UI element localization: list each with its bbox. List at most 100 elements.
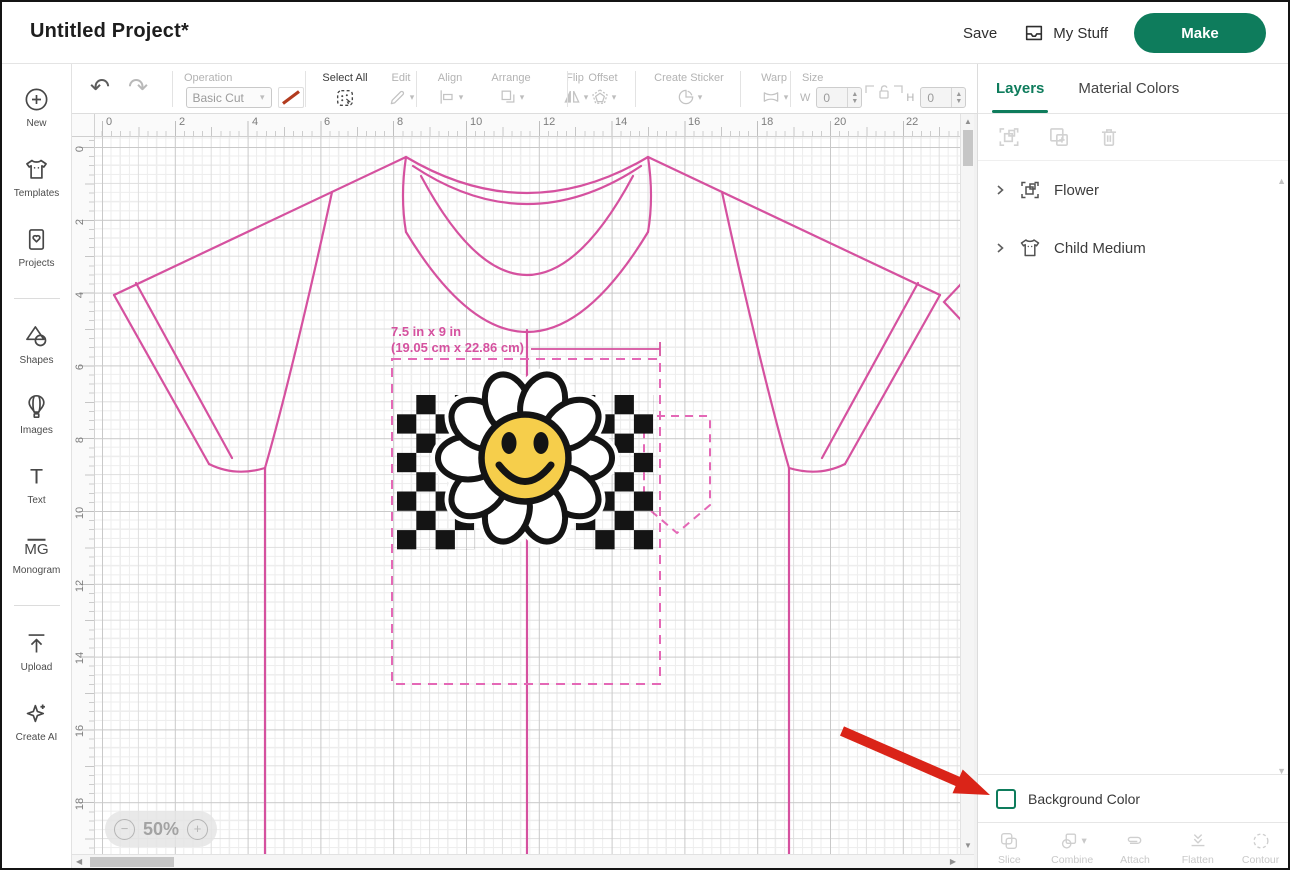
width-label: W <box>800 92 810 104</box>
chevron-down-icon: ▾ <box>612 92 617 103</box>
vertical-ruler: 02 46 810 1214 1618 <box>72 137 95 854</box>
offset-button[interactable]: Offset ▾ <box>575 72 631 107</box>
operation-dropdown[interactable]: Basic Cut▾ <box>186 87 272 108</box>
project-card-icon <box>23 226 50 253</box>
pencil-icon <box>388 87 408 107</box>
arrange-icon <box>498 87 518 107</box>
arrange-button[interactable]: Arrange ▾ <box>480 72 542 107</box>
sidebar-divider <box>14 298 60 299</box>
background-color-checkbox[interactable] <box>996 789 1016 809</box>
duplicate-icon[interactable] <box>1046 124 1072 150</box>
undo-button[interactable]: ↶ <box>90 76 110 100</box>
top-bar: Untitled Project* Save My Stuff Make <box>2 2 1288 64</box>
slice-button[interactable]: Slice <box>978 823 1041 870</box>
sidebar-item-new[interactable]: New <box>23 86 50 129</box>
chevron-right-icon[interactable] <box>994 242 1006 254</box>
canvas-drawing: 7.5 in x 9 in (19.05 cm x 22.86 cm) <box>95 137 960 854</box>
sidebar-divider <box>14 605 60 606</box>
height-input[interactable]: 0 ▲▼ <box>920 87 966 108</box>
inbox-icon <box>1023 22 1045 44</box>
offset-icon <box>590 87 610 107</box>
design-canvas[interactable]: 02 46 810 1214 1618 2022 02 46 810 1214 … <box>72 114 977 870</box>
my-stuff-button[interactable]: My Stuff <box>1023 22 1108 44</box>
warp-button[interactable]: Warp ▾ <box>748 72 800 107</box>
sidebar-item-images[interactable]: Images <box>20 393 53 436</box>
smiley-face <box>482 415 569 502</box>
canvas-grid-area[interactable]: 7.5 in x 9 in (19.05 cm x 22.86 cm) <box>95 137 960 854</box>
size-lock-icon[interactable] <box>864 81 904 107</box>
tab-material-colors[interactable]: Material Colors <box>1078 64 1179 113</box>
height-stepper[interactable]: ▲▼ <box>951 88 965 107</box>
flatten-icon <box>1187 830 1209 852</box>
layer-actions-bar <box>978 114 1290 161</box>
bottom-action-bar: Slice ▾ Combine Attach Flatten Contour <box>978 822 1290 870</box>
zoom-out-button[interactable]: − <box>114 819 135 840</box>
layer-row-flower[interactable]: Flower <box>978 161 1290 219</box>
panel-scroll-up-icon[interactable]: ▲ <box>1277 176 1286 186</box>
width-stepper[interactable]: ▲▼ <box>847 88 861 107</box>
sidebar-item-shapes[interactable]: Shapes <box>20 323 54 366</box>
layer-name: Flower <box>1054 182 1099 199</box>
horizontal-scrollbar[interactable]: ◀ ▶ <box>72 854 974 869</box>
chevron-down-icon: ▾ <box>260 92 265 103</box>
upload-icon <box>23 630 50 657</box>
cut-line-swatch-icon <box>279 88 303 107</box>
scroll-right-icon[interactable]: ▶ <box>950 858 956 866</box>
dimension-text-in: 7.5 in x 9 in <box>391 324 461 339</box>
flower-design[interactable] <box>397 369 653 550</box>
zoom-level: 50% <box>143 819 179 840</box>
contour-button[interactable]: Contour <box>1229 823 1290 870</box>
zoom-control: − 50% + <box>105 811 217 847</box>
sticker-icon <box>676 87 696 107</box>
background-color-label: Background Color <box>1028 791 1140 807</box>
sparkle-icon <box>23 700 50 727</box>
vertical-scroll-thumb[interactable] <box>963 130 973 166</box>
align-button[interactable]: Align ▾ <box>424 72 476 107</box>
horizontal-ruler: 02 46 810 1214 1618 2022 <box>95 114 960 137</box>
tshirt-icon <box>1018 236 1042 260</box>
layer-row-child-medium[interactable]: Child Medium <box>978 219 1290 277</box>
slice-icon <box>998 830 1020 852</box>
trash-icon[interactable] <box>1096 124 1122 150</box>
chevron-down-icon: ▾ <box>520 92 525 103</box>
zoom-in-button[interactable]: + <box>187 819 208 840</box>
operation-color-swatch[interactable] <box>278 87 304 108</box>
sidebar-item-upload[interactable]: Upload <box>21 630 53 673</box>
svg-text:MG: MG <box>24 541 48 558</box>
create-sticker-button[interactable]: Create Sticker ▾ <box>644 72 734 107</box>
scroll-down-icon[interactable]: ▼ <box>964 842 972 850</box>
chevron-down-icon: ▾ <box>784 92 789 103</box>
sidebar-item-projects[interactable]: Projects <box>18 226 54 269</box>
sidebar-item-text[interactable]: T Text <box>23 463 50 506</box>
project-title: Untitled Project* <box>30 20 189 43</box>
panel-tabs: Layers Material Colors <box>978 64 1290 114</box>
scroll-left-icon[interactable]: ◀ <box>76 858 82 866</box>
flatten-button[interactable]: Flatten <box>1166 823 1229 870</box>
edit-button[interactable]: Edit ▾ <box>378 72 424 107</box>
tshirt-icon <box>23 156 50 183</box>
select-all-icon <box>334 87 356 109</box>
attach-button[interactable]: Attach <box>1104 823 1167 870</box>
chevron-down-icon: ▾ <box>410 92 415 103</box>
tab-layers[interactable]: Layers <box>996 64 1044 113</box>
redo-button[interactable]: ↷ <box>128 76 148 100</box>
chevron-down-icon: ▾ <box>1082 835 1087 847</box>
vertical-scrollbar[interactable]: ▲ ▼ <box>960 114 974 854</box>
chevron-right-icon[interactable] <box>994 184 1006 196</box>
group-icon[interactable] <box>996 124 1022 150</box>
combine-button[interactable]: ▾ Combine <box>1041 823 1104 870</box>
ruler-corner <box>72 114 95 137</box>
app-window: Untitled Project* Save My Stuff Make New… <box>0 0 1290 870</box>
width-input[interactable]: 0 ▲▼ <box>816 87 862 108</box>
sidebar-item-monogram[interactable]: MG Monogram <box>13 533 61 576</box>
sidebar-item-templates[interactable]: Templates <box>14 156 60 199</box>
hot-air-balloon-icon <box>23 393 50 420</box>
select-all-button[interactable]: Select All <box>314 72 376 109</box>
make-button[interactable]: Make <box>1134 13 1266 53</box>
monogram-icon: MG <box>23 533 50 560</box>
sidebar-item-create-ai[interactable]: Create AI <box>16 700 58 743</box>
save-button[interactable]: Save <box>963 25 997 42</box>
horizontal-scroll-thumb[interactable] <box>90 857 174 867</box>
scroll-up-icon[interactable]: ▲ <box>964 118 972 126</box>
combine-icon <box>1058 830 1080 852</box>
